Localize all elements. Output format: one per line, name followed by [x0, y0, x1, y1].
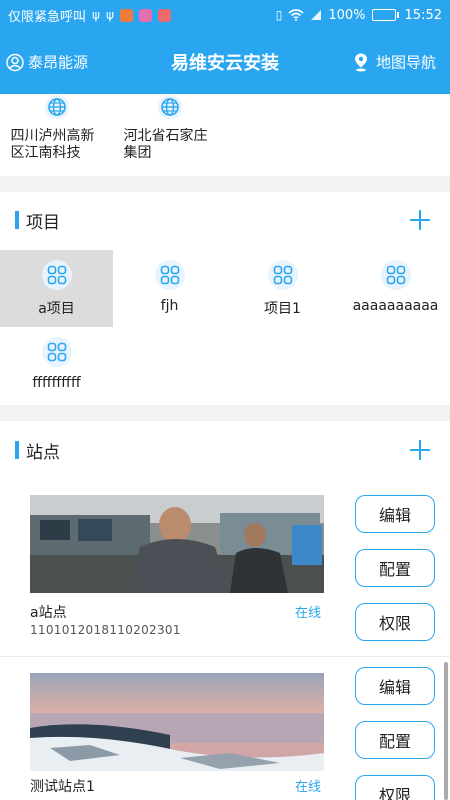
music-app-icon	[138, 8, 152, 22]
add-project-button[interactable]	[410, 210, 430, 230]
company-list: 四川泸州高新区江南科技 河北省石家庄集团	[0, 94, 450, 176]
battery-icon	[371, 9, 399, 21]
grid-icon	[273, 265, 292, 285]
company-item[interactable]: 四川泸州高新区江南科技	[0, 94, 113, 176]
edit-site-button[interactable]: 编辑	[355, 495, 435, 533]
company-name: 河北省石家庄集团	[123, 128, 208, 161]
globe-icon	[44, 95, 69, 119]
project-item[interactable]: fjh	[113, 250, 226, 327]
scrollbar[interactable]	[444, 662, 448, 800]
battery-percent: 100%	[328, 7, 366, 23]
usb-icon: ψ	[105, 8, 114, 22]
project-label: ffffffffff	[32, 375, 81, 391]
app-bar: 泰昂能源 易维安云安装 地图导航	[0, 30, 450, 94]
project-label: a项目	[38, 301, 75, 317]
company-name: 四川泸州高新区江南科技	[10, 128, 95, 161]
site-status-badge: 在线	[295, 780, 322, 795]
card-separator	[0, 656, 450, 657]
project-icon	[41, 260, 72, 290]
section-accent-bar	[15, 211, 19, 229]
section-divider	[0, 405, 450, 421]
grid-icon	[386, 265, 405, 285]
add-site-button[interactable]	[410, 440, 430, 460]
vibrate-icon: ▯	[275, 8, 283, 22]
app-notification-icon	[157, 8, 171, 22]
site-photo-landscape	[30, 673, 324, 771]
sites-header: 站点	[0, 426, 450, 474]
project-item[interactable]: aaaaaaaaaa	[339, 250, 450, 327]
company-item[interactable]: 河北省石家庄集团	[113, 94, 226, 176]
project-item[interactable]: a项目	[0, 250, 113, 327]
project-item[interactable]: ffffffffff	[0, 327, 113, 404]
grid-icon	[47, 265, 66, 285]
user-icon	[6, 53, 24, 71]
project-icon	[267, 260, 298, 290]
project-icon	[380, 260, 411, 290]
project-label: aaaaaaaaaa	[352, 298, 439, 314]
grid-icon	[160, 265, 179, 285]
site-card[interactable]: 测试站点1 在线 编辑 配置 权限	[0, 667, 450, 800]
project-icon	[41, 337, 72, 367]
configure-site-button[interactable]: 配置	[355, 549, 435, 587]
site-status-badge: 在线	[295, 606, 322, 621]
site-permission-button[interactable]: 权限	[355, 775, 435, 800]
site-card[interactable]: a站点 1101012018110202301 在线 编辑 配置 权限	[0, 495, 450, 660]
project-item[interactable]: 项目1	[226, 250, 339, 327]
projects-title: 项目	[26, 212, 60, 233]
grid-icon	[47, 342, 66, 362]
configure-site-button[interactable]: 配置	[355, 721, 435, 759]
globe-icon	[157, 95, 182, 119]
site-photo-office	[30, 495, 324, 593]
projects-header: 项目	[0, 196, 450, 244]
video-app-icon	[119, 8, 133, 22]
section-accent-bar	[15, 441, 19, 459]
site-photo	[30, 495, 324, 593]
site-code: 1101012018110202301	[30, 623, 181, 637]
site-photo	[30, 673, 324, 771]
location-pin-icon	[354, 53, 367, 71]
main-content: 四川泸州高新区江南科技 河北省石家庄集团 项目 a项目 fjh 项目1 aaaaaaa…	[0, 94, 450, 800]
user-button[interactable]: 泰昂能源	[6, 52, 88, 73]
signal-icon	[311, 10, 322, 20]
project-icon	[154, 260, 185, 290]
map-navigation-label: 地图导航	[375, 53, 436, 72]
sites-title: 站点	[26, 442, 60, 463]
edit-site-button[interactable]: 编辑	[355, 667, 435, 705]
clock: 15:52	[404, 7, 442, 23]
project-label: fjh	[160, 298, 179, 314]
site-name: a站点	[30, 605, 67, 621]
project-label: 项目1	[264, 301, 301, 317]
map-navigation-button[interactable]: 地图导航	[354, 52, 436, 73]
carrier-text: 仅限紧急呼叫	[8, 9, 87, 25]
section-divider	[0, 176, 450, 192]
site-name: 测试站点1	[30, 779, 95, 795]
wifi-icon	[288, 9, 304, 21]
status-bar: 仅限紧急呼叫 ψ ψ ▯ 100% 15:52	[0, 0, 450, 30]
site-permission-button[interactable]: 权限	[355, 603, 435, 641]
user-label: 泰昂能源	[28, 53, 89, 72]
usb-icon: ψ	[92, 8, 100, 22]
